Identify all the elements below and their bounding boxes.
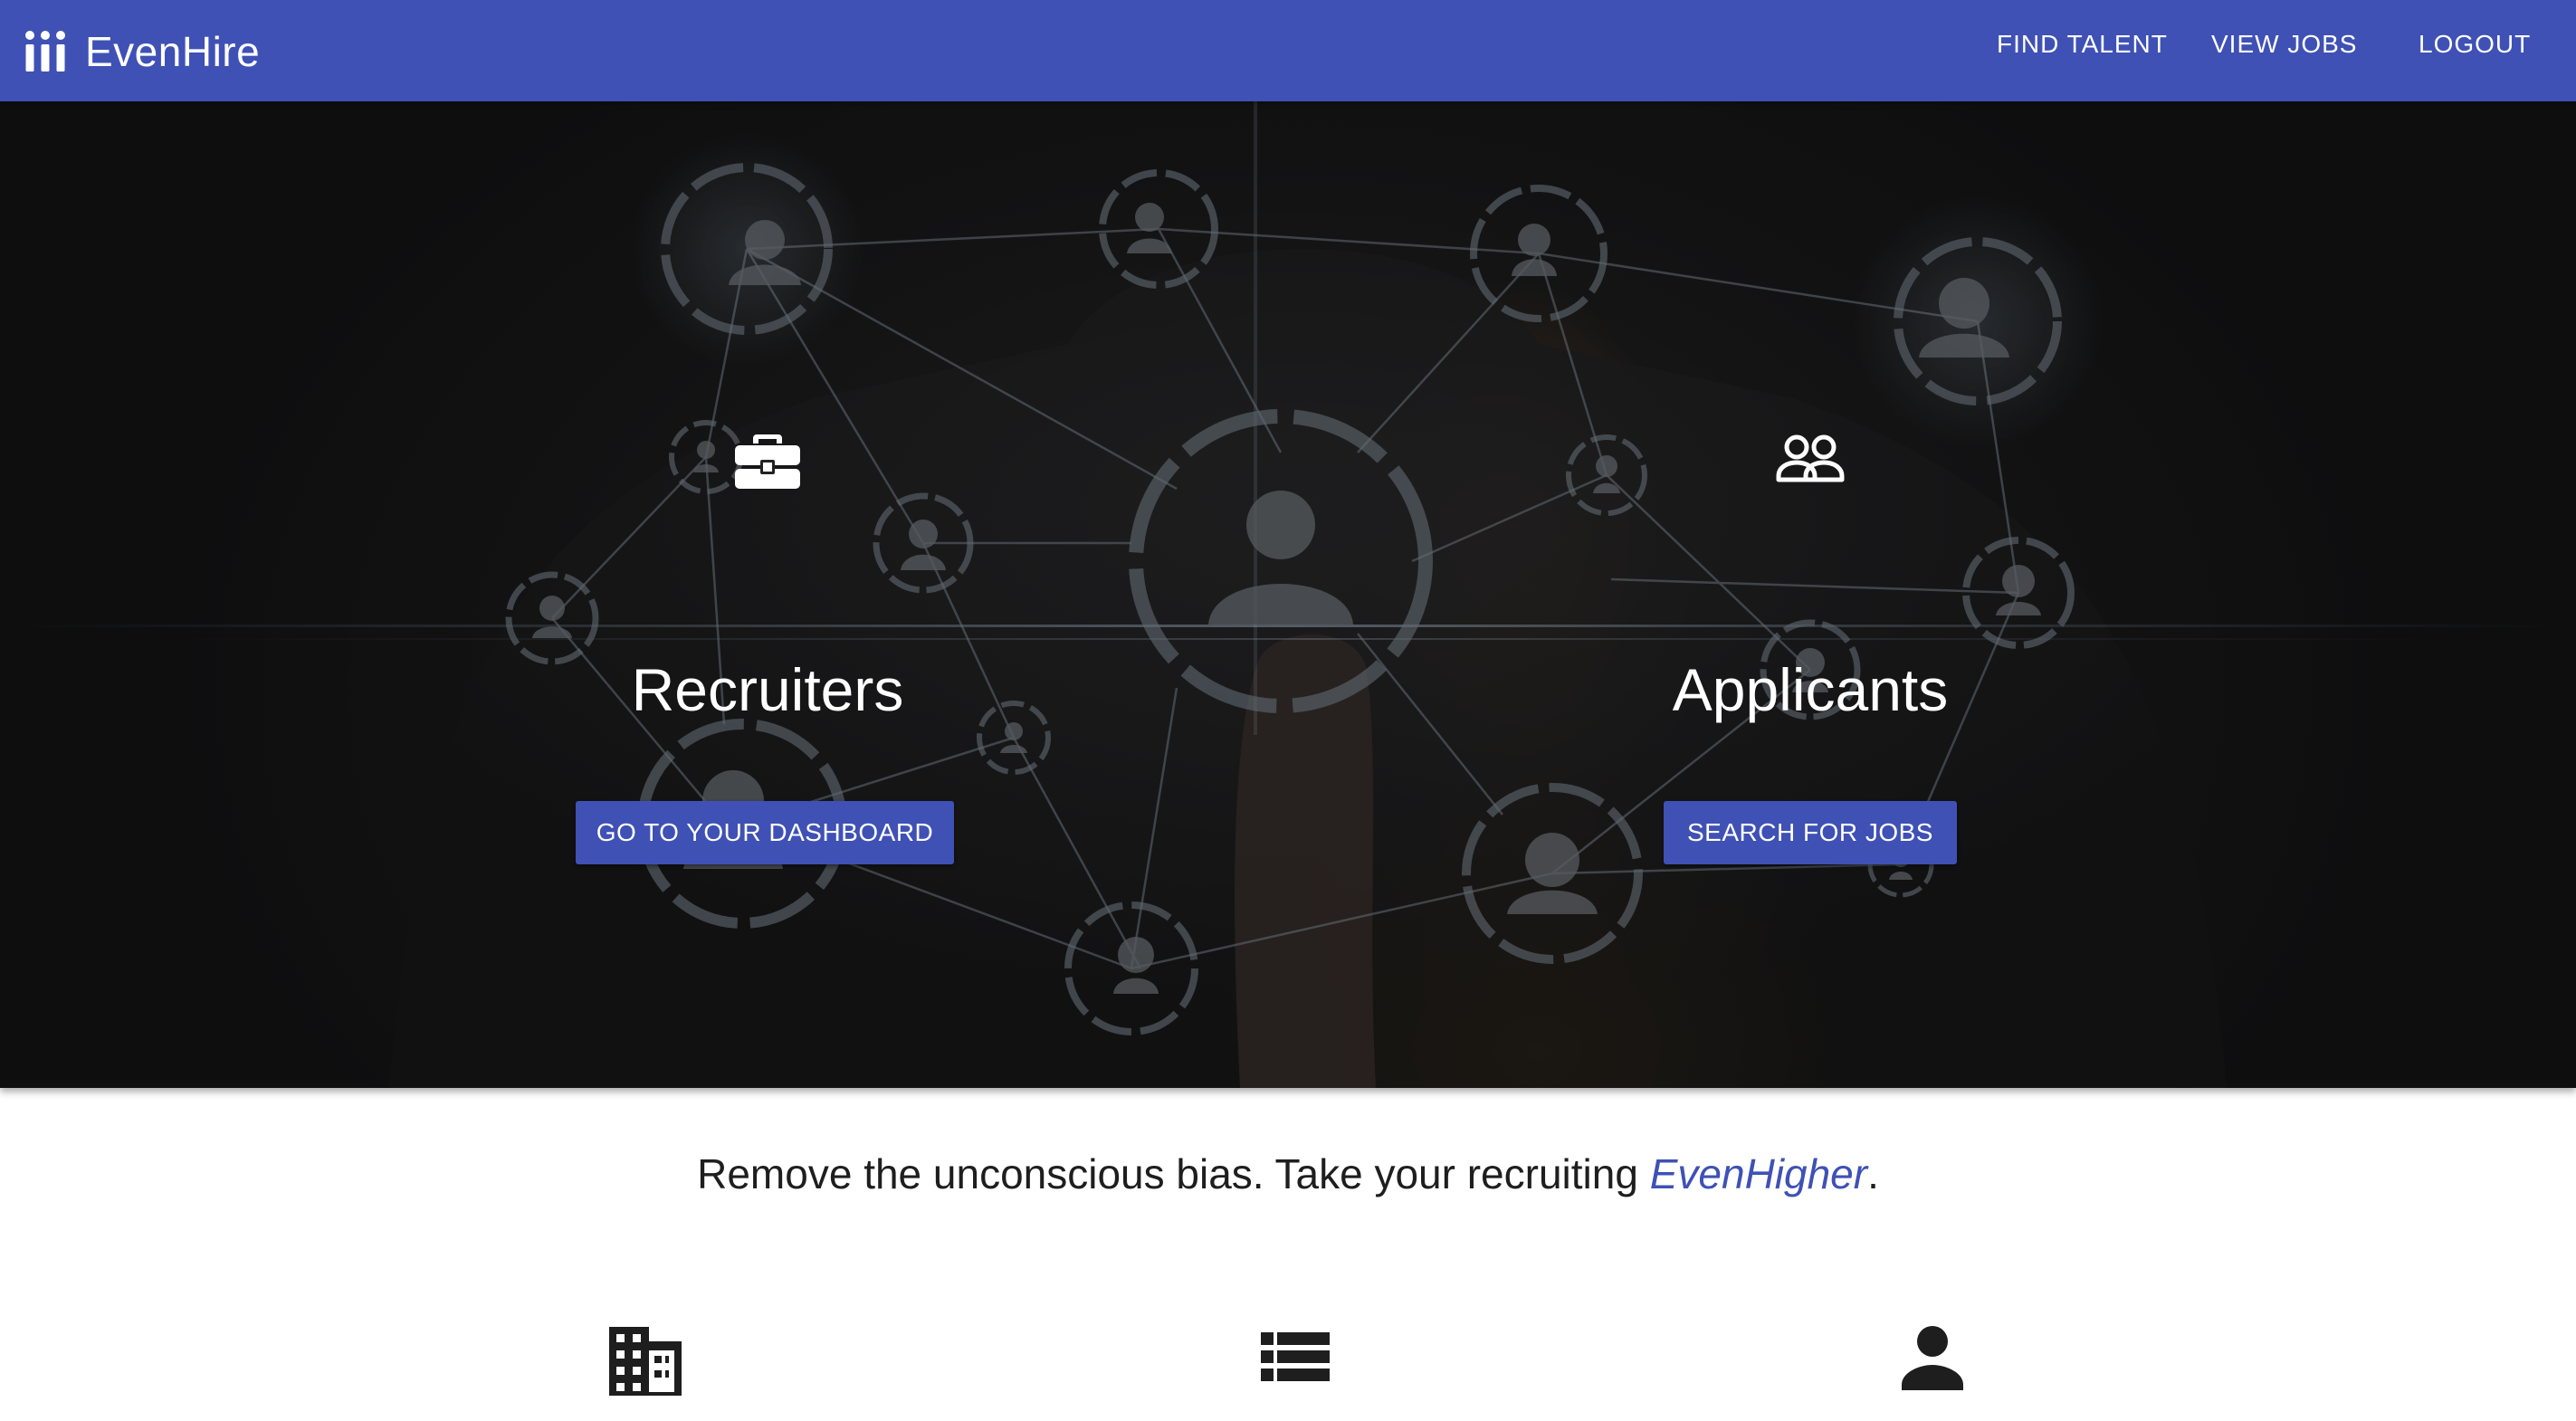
building-icon xyxy=(609,1327,682,1396)
briefcase-icon xyxy=(735,434,800,489)
nav-find-talent[interactable]: FIND TALENT xyxy=(1997,0,2168,89)
person-icon xyxy=(1902,1326,1963,1390)
recruiters-section: Recruiters GO TO YOUR DASHBOARD xyxy=(576,101,958,1088)
search-for-jobs-button[interactable]: SEARCH FOR JOBS xyxy=(1664,801,1957,864)
brand-logo-link[interactable]: EvenHire xyxy=(24,20,260,83)
nav-logout[interactable]: LOGOUT xyxy=(2419,0,2531,89)
go-to-dashboard-button[interactable]: GO TO YOUR DASHBOARD xyxy=(576,801,954,864)
network-background-image xyxy=(0,101,2576,1088)
tagline-highlight: EvenHigher xyxy=(1649,1150,1868,1197)
tagline-text: Remove the unconscious bias. Take your r… xyxy=(697,1150,1650,1197)
hero-banner: Recruiters GO TO YOUR DASHBOARD Applican… xyxy=(0,101,2576,1088)
nav-view-jobs[interactable]: VIEW JOBS xyxy=(2211,0,2357,89)
recruiters-title: Recruiters xyxy=(631,656,904,723)
applicants-title: Applicants xyxy=(1672,656,1949,723)
people-outline-icon xyxy=(1776,434,1845,482)
tagline-end: . xyxy=(1867,1150,1879,1197)
three-people-logo-icon xyxy=(25,31,65,72)
brand-name: EvenHire xyxy=(85,28,261,75)
tagline: Remove the unconscious bias. Take your r… xyxy=(0,1149,2576,1198)
list-icon xyxy=(1261,1332,1330,1381)
top-navbar: EvenHire FIND TALENT VIEW JOBS LOGOUT xyxy=(0,0,2576,101)
applicants-section: Applicants SEARCH FOR JOBS xyxy=(1620,101,2000,1088)
